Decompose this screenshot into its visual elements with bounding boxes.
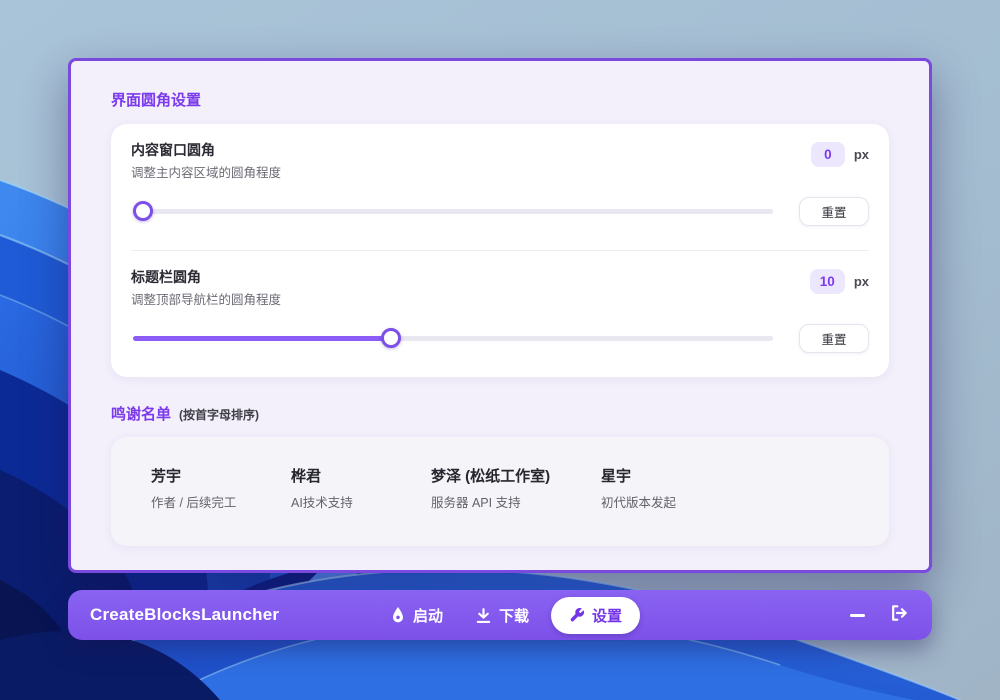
credit-role: AI技术支持 xyxy=(291,492,431,511)
window-controls xyxy=(846,604,910,626)
titlebar-radius-slider[interactable] xyxy=(133,323,773,353)
credit-entry: 星宇 初代版本发起 xyxy=(601,467,676,546)
setting-row-titlebar-radius: 标题栏圆角 调整顶部导航栏的圆角程度 10 px 重置 xyxy=(131,251,869,377)
setting-label: 内容窗口圆角 xyxy=(131,140,281,160)
credit-name: 桦君 xyxy=(291,467,431,487)
credit-entry: 梦泽 (松纸工作室) 服务器 API 支持 xyxy=(431,467,601,546)
setting-label: 标题栏圆角 xyxy=(131,267,281,287)
reset-button[interactable]: 重置 xyxy=(799,197,869,226)
credit-role: 初代版本发起 xyxy=(601,492,676,511)
download-label: 下载 xyxy=(499,605,529,626)
setting-description: 调整主内容区域的圆角程度 xyxy=(131,164,281,182)
credits-card: 芳宇 作者 / 后续完工 桦君 AI技术支持 梦泽 (松纸工作室) 服务器 AP… xyxy=(111,437,889,546)
section-title-credits: 鸣谢名单 xyxy=(111,403,171,424)
credit-name: 梦泽 (松纸工作室) xyxy=(431,467,601,487)
credit-entry: 芳宇 作者 / 后续完工 xyxy=(151,467,291,546)
section-title-radius: 界面圆角设置 xyxy=(111,89,889,110)
credit-entry: 桦君 AI技术支持 xyxy=(291,467,431,546)
credits-sort-note: (按首字母排序) xyxy=(179,406,259,423)
slider-track[interactable] xyxy=(133,209,773,214)
taskbar-nav: 启动 下载 设置 xyxy=(380,597,640,634)
credit-role: 服务器 API 支持 xyxy=(431,492,601,511)
launch-label: 启动 xyxy=(413,605,443,626)
exit-button[interactable] xyxy=(888,604,910,626)
setting-description: 调整顶部导航栏的圆角程度 xyxy=(131,291,281,309)
reset-button[interactable]: 重置 xyxy=(799,324,869,353)
unit-label: px xyxy=(854,147,869,162)
slider-thumb[interactable] xyxy=(381,328,401,348)
slider-thumb[interactable] xyxy=(133,201,153,221)
slider-fill xyxy=(133,336,391,341)
setting-row-content-radius: 内容窗口圆角 调整主内容区域的圆角程度 0 px 重置 xyxy=(131,124,869,250)
download-button[interactable]: 下载 xyxy=(465,598,539,633)
value-badge: 0 xyxy=(811,142,845,167)
minimize-button[interactable] xyxy=(846,604,868,626)
slider-track[interactable] xyxy=(133,336,773,341)
minimize-icon xyxy=(850,614,865,617)
settings-button[interactable]: 设置 xyxy=(551,597,640,634)
launcher-taskbar: CreateBlocksLauncher 启动 下载 xyxy=(68,590,932,640)
credit-role: 作者 / 后续完工 xyxy=(151,492,291,511)
app-title: CreateBlocksLauncher xyxy=(90,605,279,625)
settings-label: 设置 xyxy=(592,605,622,626)
unit-label: px xyxy=(854,274,869,289)
wrench-icon xyxy=(569,607,585,623)
droplet-icon xyxy=(390,606,406,624)
exit-icon xyxy=(889,603,909,628)
credits-header: 鸣谢名单 (按首字母排序) xyxy=(111,403,889,424)
settings-window: 界面圆角设置 内容窗口圆角 调整主内容区域的圆角程度 0 px xyxy=(68,58,932,573)
desktop: 界面圆角设置 内容窗口圆角 调整主内容区域的圆角程度 0 px xyxy=(0,0,1000,700)
credit-name: 芳宇 xyxy=(151,467,291,487)
radius-settings-card: 内容窗口圆角 调整主内容区域的圆角程度 0 px 重置 xyxy=(111,124,889,377)
launch-button[interactable]: 启动 xyxy=(380,598,453,633)
content-radius-slider[interactable] xyxy=(133,196,773,226)
download-icon xyxy=(475,607,492,624)
credit-name: 星宇 xyxy=(601,467,676,487)
value-badge: 10 xyxy=(810,269,845,294)
